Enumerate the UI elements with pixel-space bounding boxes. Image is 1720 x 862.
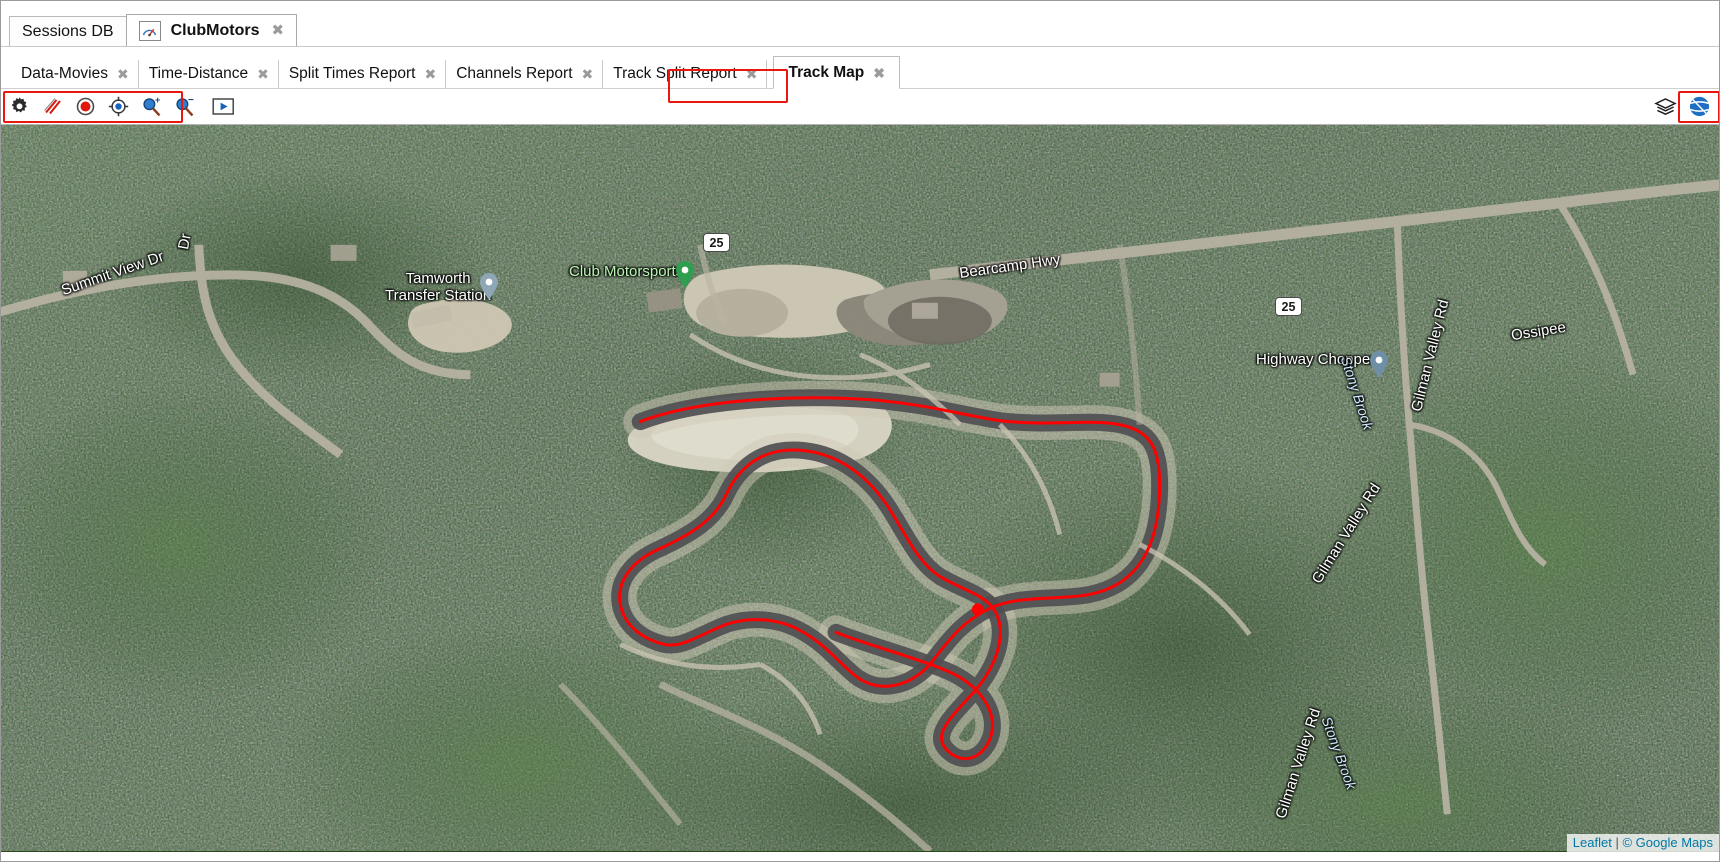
layers-icon[interactable] (1653, 95, 1677, 119)
window-tab-sessions-db[interactable]: Sessions DB (9, 16, 127, 46)
tab-time-distance[interactable]: Time-Distance ✖ (139, 60, 279, 88)
svg-text:−: − (188, 96, 194, 106)
satellite-imagery (1, 125, 1719, 852)
settings-gear-icon[interactable] (7, 95, 31, 119)
globe-icon[interactable] (1687, 95, 1711, 119)
close-icon[interactable]: ✖ (582, 67, 594, 81)
application-window: Sessions DB ClubMotors ✖ Data-Movies ✖ T… (0, 0, 1720, 862)
zoom-out-icon[interactable]: − (172, 95, 196, 119)
close-icon[interactable]: ✖ (257, 67, 269, 81)
map-attribution: Leaflet | © Google Maps (1566, 834, 1719, 852)
tab-label: Split Times Report (288, 65, 416, 82)
zoom-in-icon[interactable]: + (139, 95, 163, 119)
tab-track-map[interactable]: Track Map ✖ (773, 56, 900, 89)
car-position-marker (971, 603, 984, 616)
svg-text:+: + (155, 96, 160, 105)
tab-channels-report[interactable]: Channels Report ✖ (446, 60, 604, 88)
toolbar-right-group (1653, 89, 1711, 124)
close-icon[interactable]: ✖ (746, 67, 758, 81)
report-tab-bar: Data-Movies ✖ Time-Distance ✖ Split Time… (1, 47, 1719, 89)
map-toolbar: + − (1, 89, 1719, 125)
gauge-icon (138, 20, 161, 41)
window-tab-clubmotors[interactable]: ClubMotors ✖ (125, 14, 298, 46)
tab-data-movies[interactable]: Data-Movies ✖ (11, 60, 139, 88)
track-map-view[interactable]: Summit View Dr Dr Tamworth Transfer Stat… (1, 125, 1719, 852)
close-icon[interactable]: ✖ (117, 67, 129, 81)
close-icon[interactable]: ✖ (271, 23, 284, 38)
split-lines-icon[interactable] (40, 95, 64, 119)
close-icon[interactable]: ✖ (424, 67, 436, 81)
tab-label: Time-Distance (148, 65, 249, 82)
window-tab-label: ClubMotors (170, 21, 260, 39)
tab-label: Track Map (788, 63, 865, 81)
leaflet-link[interactable]: Leaflet (1573, 835, 1612, 850)
play-icon[interactable] (211, 95, 235, 119)
window-tab-label: Sessions DB (22, 22, 114, 40)
record-dot-icon[interactable] (73, 95, 97, 119)
tab-label: Track Split Report (613, 65, 737, 82)
window-tab-bar: Sessions DB ClubMotors ✖ (1, 1, 1719, 47)
tab-split-times-report[interactable]: Split Times Report ✖ (279, 60, 447, 88)
close-icon[interactable]: ✖ (873, 66, 885, 80)
toolbar-left-group: + − (1, 89, 235, 124)
attribution-separator: | (1615, 835, 1619, 850)
crosshair-target-icon[interactable] (106, 95, 130, 119)
tab-label: Data-Movies (21, 65, 108, 82)
google-maps-link[interactable]: © Google Maps (1622, 835, 1713, 850)
tab-label: Channels Report (456, 65, 573, 82)
tab-track-split-report[interactable]: Track Split Report ✖ (603, 60, 768, 88)
